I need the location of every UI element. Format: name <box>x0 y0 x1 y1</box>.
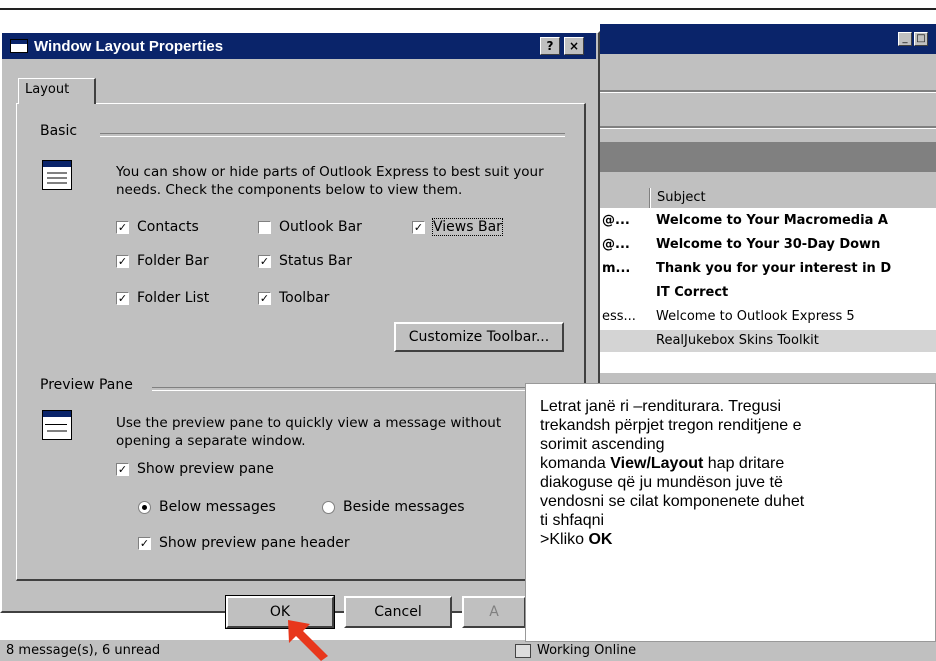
customize-toolbar-button[interactable]: Customize Toolbar... <box>394 322 564 352</box>
checkbox-label: Contacts <box>137 219 199 235</box>
outlook-titlebar: _ □ <box>600 24 936 54</box>
annotation-note: Letrat janë ri –renditurara. Tregusi tre… <box>525 383 936 642</box>
minimize-button[interactable]: _ <box>898 32 912 46</box>
status-message-count: 8 message(s), 6 unread <box>6 643 161 658</box>
message-subject: Welcome to Your 30-Day Down <box>656 237 881 252</box>
beside-messages-radio[interactable]: Beside messages <box>322 499 465 515</box>
note-line: diakoguse që ju mundëson juve të <box>540 474 783 491</box>
message-from: ess... <box>602 309 636 324</box>
checkbox-label: Show preview pane header <box>159 535 350 551</box>
checkbox-box: ✓ <box>258 291 271 305</box>
radio-dot <box>138 500 151 514</box>
checkbox-box: ✓ <box>138 536 151 550</box>
list-item[interactable]: @... Welcome to Your Macromedia A <box>600 210 936 232</box>
checkbox-label: Status Bar <box>279 253 353 269</box>
checkbox-box: ✓ <box>258 254 271 268</box>
checkbox-box <box>258 220 271 234</box>
folder-bar-checkbox[interactable]: ✓ Folder Bar <box>116 253 209 269</box>
tab-layout[interactable]: Layout <box>18 78 96 104</box>
show-preview-header-checkbox[interactable]: ✓ Show preview pane header <box>138 535 350 551</box>
checkbox-box: ✓ <box>412 220 425 234</box>
basic-description: You can show or hide parts of Outlook Ex… <box>116 164 544 198</box>
radio-dot <box>322 500 335 514</box>
help-button[interactable]: ? <box>540 37 560 55</box>
message-from: @... <box>602 237 630 252</box>
list-item[interactable]: IT Correct <box>600 282 936 304</box>
folder-list-checkbox[interactable]: ✓ Folder List <box>116 290 209 306</box>
message-subject: Welcome to Outlook Express 5 <box>656 309 855 324</box>
note-line: sorimit ascending <box>540 436 665 453</box>
show-preview-pane-checkbox[interactable]: ✓ Show preview pane <box>116 461 274 477</box>
toolbar-checkbox[interactable]: ✓ Toolbar <box>258 290 329 306</box>
preview-description: Use the preview pane to quickly view a m… <box>116 415 502 449</box>
preview-group-label: Preview Pane <box>40 377 137 393</box>
checkbox-box: ✓ <box>116 220 129 234</box>
pointer-arrow-icon <box>288 620 328 661</box>
note-line: >Kliko OK <box>540 530 925 549</box>
below-messages-radio[interactable]: Below messages <box>138 499 276 515</box>
apply-button[interactable]: A <box>462 596 526 628</box>
folder-bar <box>600 142 936 172</box>
outlook-bar-checkbox[interactable]: Outlook Bar <box>258 219 362 235</box>
note-bold-text: OK <box>588 531 613 548</box>
status-online-label: Working Online <box>537 643 637 658</box>
note-text: >Kliko <box>540 531 589 548</box>
checkbox-box: ✓ <box>116 254 129 268</box>
network-icon <box>515 643 531 658</box>
note-line: trekandsh përpjet tregon renditjene e <box>540 417 802 434</box>
basic-group-label: Basic <box>40 123 82 139</box>
note-line: vendosni se cilat komponenete duhet <box>540 493 805 510</box>
message-subject: IT Correct <box>656 285 729 300</box>
message-subject: Welcome to Your Macromedia A <box>656 213 888 228</box>
checkbox-box: ✓ <box>116 462 129 476</box>
message-list: @... Welcome to Your Macromedia A @... W… <box>600 208 936 373</box>
note-line: Letrat janë ri –renditurara. Tregusi <box>540 398 782 415</box>
preview-pane-icon <box>42 410 72 440</box>
message-subject: Thank you for your interest in D <box>656 261 892 276</box>
column-subject[interactable]: Subject <box>650 188 936 208</box>
window-layout-icon <box>10 39 28 53</box>
list-item[interactable]: ess... Welcome to Outlook Express 5 <box>600 306 936 328</box>
close-button[interactable]: × <box>564 37 584 55</box>
toolbar-divider <box>600 90 936 93</box>
checkbox-label: Show preview pane <box>137 461 274 477</box>
contacts-checkbox[interactable]: ✓ Contacts <box>116 219 199 235</box>
checkbox-box: ✓ <box>116 291 129 305</box>
list-item[interactable]: RealJukebox Skins Toolkit <box>600 330 936 352</box>
list-item[interactable]: @... Welcome to Your 30-Day Down <box>600 234 936 256</box>
note-line: ti shfaqni <box>540 512 605 529</box>
note-line: komanda View/Layout hap dritare <box>540 454 925 473</box>
cancel-button[interactable]: Cancel <box>344 596 452 628</box>
message-from: m... <box>602 261 631 276</box>
checkbox-label: Outlook Bar <box>279 219 362 235</box>
message-from: @... <box>602 213 630 228</box>
note-text: komanda <box>540 455 611 472</box>
divider <box>100 133 565 137</box>
status-bar-checkbox[interactable]: ✓ Status Bar <box>258 253 352 269</box>
checkbox-label: Folder Bar <box>137 253 209 269</box>
divider <box>152 387 527 391</box>
note-bold-text: View/Layout <box>610 455 704 472</box>
radio-label: Beside messages <box>343 499 465 515</box>
message-subject: RealJukebox Skins Toolkit <box>656 333 819 348</box>
column-from[interactable] <box>600 188 650 208</box>
dialog-titlebar: Window Layout Properties ? × <box>2 33 596 59</box>
status-online: Working Online <box>515 640 675 661</box>
list-item[interactable]: m... Thank you for your interest in D <box>600 258 936 280</box>
checkbox-label: Toolbar <box>279 290 330 306</box>
views-bar-checkbox[interactable]: ✓ Views Bar <box>412 218 503 236</box>
maximize-button[interactable]: □ <box>914 32 928 46</box>
checkbox-label: Folder List <box>137 290 210 306</box>
checkbox-label: Views Bar <box>432 218 503 236</box>
toolbar-divider <box>600 126 936 129</box>
window-layout-icon <box>42 160 72 190</box>
note-text: hap dritare <box>703 455 785 472</box>
top-border <box>0 0 936 10</box>
radio-label: Below messages <box>159 499 276 515</box>
dialog-title: Window Layout Properties <box>34 38 224 55</box>
